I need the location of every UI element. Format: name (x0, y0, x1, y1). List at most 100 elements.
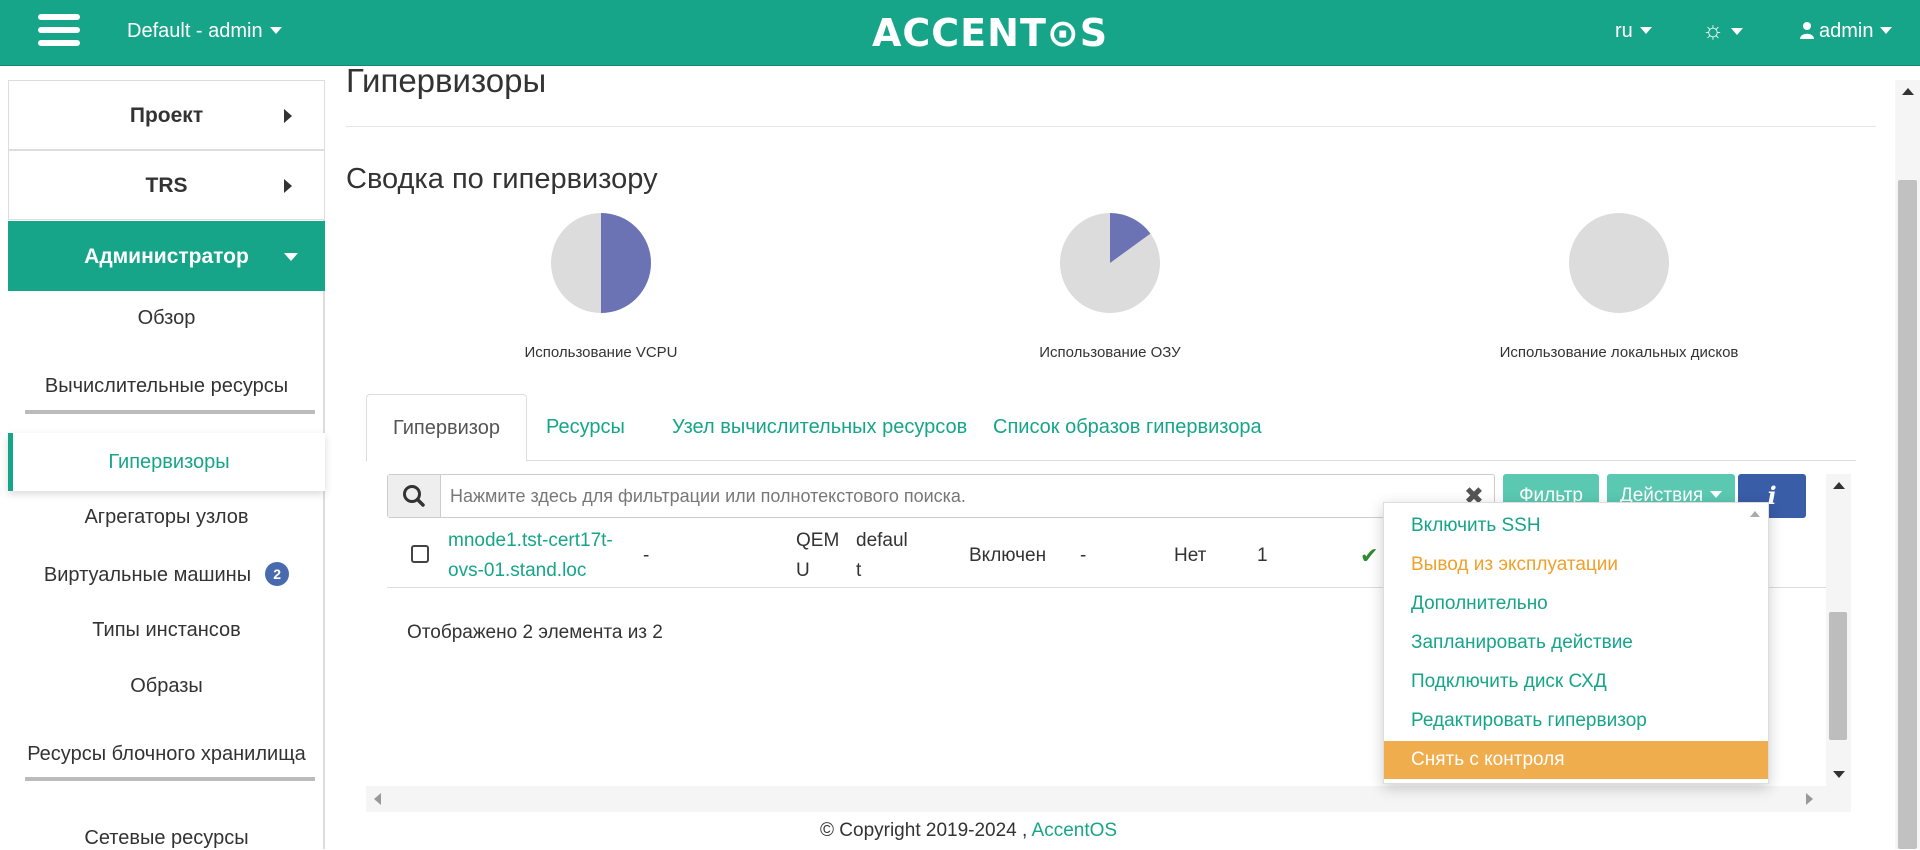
hamburger-menu-icon[interactable] (38, 14, 82, 50)
row-actions-dropdown: Включить SSH Вывод из эксплуатации Допол… (1383, 502, 1769, 784)
table-cell: - (643, 545, 650, 566)
sidebar-section-label: Администратор (84, 245, 249, 268)
tab-compute-host[interactable]: Узел вычислительных ресурсов (672, 394, 967, 461)
pie-used-slice (601, 213, 651, 313)
hostname-line: ovs-01.stand.loc (448, 560, 587, 581)
cell-line: U (796, 560, 810, 581)
menu-item-enable-ssh[interactable]: Включить SSH (1384, 507, 1768, 545)
sidebar-item-hypervisors[interactable]: Гипервизоры (8, 433, 325, 491)
scroll-up-icon[interactable] (1833, 482, 1845, 489)
scroll-left-icon[interactable] (374, 793, 381, 805)
menu-item-decommission[interactable]: Вывод из эксплуатации (1384, 546, 1768, 584)
language-selector[interactable]: ru (1615, 20, 1652, 43)
divider (346, 126, 1876, 127)
scroll-thumb[interactable] (1898, 180, 1917, 849)
sidebar-item-flavors[interactable]: Типы инстансов (8, 619, 325, 642)
menu-item-schedule-action[interactable]: Запланировать действие (1384, 624, 1768, 662)
page-scrollbar[interactable] (1895, 80, 1920, 849)
user-name: admin (1819, 20, 1874, 42)
menu-item-edit-hypervisor[interactable]: Редактировать гипервизор (1384, 702, 1768, 740)
tab-hypervisor-images[interactable]: Список образов гипервизора (993, 394, 1262, 461)
type-cell: QEM U (796, 526, 839, 586)
chevron-right-icon (284, 179, 292, 193)
chart-label: Использование ОЗУ (1039, 344, 1181, 361)
sidebar-section-admin[interactable]: Администратор (8, 221, 325, 291)
search-icon (403, 485, 425, 507)
hostname-line: mnode1.tst-cert17t- (448, 530, 613, 551)
chevron-down-icon (1639, 27, 1652, 34)
theme-selector[interactable]: ☼ (1702, 17, 1743, 45)
search-input[interactable] (450, 475, 1450, 517)
sun-icon: ☼ (1702, 17, 1724, 44)
user-icon (1800, 22, 1814, 39)
page-title: Гипервизоры (346, 62, 547, 99)
tab-resources[interactable]: Ресурсы (546, 394, 625, 461)
item-count: Отображено 2 элемента из 2 (407, 622, 663, 643)
table-cell: 1 (1257, 545, 1268, 566)
search-button[interactable] (388, 475, 441, 517)
divider (25, 777, 315, 781)
sidebar-item-instances[interactable]: Виртуальные машины 2 (8, 562, 325, 587)
cell-line: defaul (856, 530, 908, 551)
vcpu-pie (551, 213, 651, 313)
chevron-down-icon (269, 27, 282, 34)
footer: © Copyright 2019-2024 , AccentOS (820, 820, 1117, 842)
ram-usage-chart: Использование ОЗУ (980, 212, 1240, 361)
cell-line: QEM (796, 530, 840, 551)
sidebar-section-trs[interactable]: TRS (8, 150, 325, 220)
tab-bar: Гипервизор Ресурсы Узел вычислительных р… (366, 394, 1856, 462)
count-badge: 2 (265, 562, 290, 586)
top-navbar: Default - admin ACCENT⊙S ru ☼ admin (0, 0, 1920, 66)
footer-link[interactable]: AccentOS (1032, 820, 1118, 841)
chevron-down-icon (1710, 491, 1723, 498)
sidebar-item-network[interactable]: Сетевые ресурсы (8, 827, 325, 850)
sidebar-item-images[interactable]: Образы (8, 675, 325, 698)
disk-usage-chart: Использование локальных дисков (1489, 212, 1749, 361)
pie-free-slice (1569, 213, 1669, 313)
sidebar-section-label: Проект (129, 104, 204, 127)
cell-line: t (856, 560, 862, 581)
sidebar: Проект TRS Администратор Обзор Вычислите… (8, 80, 325, 849)
vcpu-usage-chart: Использование VCPU (471, 212, 731, 361)
menu-item-more[interactable]: Дополнительно (1384, 585, 1768, 623)
table-horizontal-scrollbar[interactable] (366, 786, 1851, 812)
menu-item-attach-storage-disk[interactable]: Подключить диск СХД (1384, 663, 1768, 701)
disk-pie (1569, 213, 1669, 313)
table-cell: Нет (1174, 545, 1207, 566)
divider (25, 410, 315, 414)
chevron-down-icon (1731, 28, 1743, 35)
hostname-link[interactable]: mnode1.tst-cert17t- ovs-01.stand.loc (448, 526, 613, 586)
scroll-up-icon[interactable] (1902, 88, 1914, 95)
table-vertical-scrollbar[interactable] (1826, 474, 1851, 786)
project-selector-label: Default - admin (127, 20, 263, 42)
chevron-down-icon (1880, 27, 1893, 34)
menu-item-remove-control[interactable]: Снять с контроля (1384, 741, 1768, 779)
scroll-right-icon[interactable] (1806, 793, 1813, 805)
scroll-down-icon[interactable] (1833, 771, 1845, 778)
search-bar: ✖ (387, 474, 1495, 518)
chart-label: Использование локальных дисков (1499, 344, 1739, 361)
zone-cell: defaul t (856, 526, 908, 586)
table-cell: - (1080, 545, 1087, 566)
sidebar-item-label: Виртуальные машины (43, 564, 252, 586)
scroll-thumb[interactable] (1829, 612, 1847, 740)
sidebar-item-compute[interactable]: Вычислительные ресурсы (8, 375, 325, 398)
chevron-right-icon (284, 109, 292, 123)
user-menu[interactable]: admin (1800, 20, 1893, 43)
checkmark-icon: ✔ (1360, 543, 1379, 568)
chart-label: Использование VCPU (524, 344, 678, 361)
sidebar-item-aggregates[interactable]: Агрегаторы узлов (8, 506, 325, 529)
tab-hypervisor[interactable]: Гипервизор (366, 394, 527, 462)
section-title: Сводка по гипервизору (346, 163, 658, 195)
language-label: ru (1615, 20, 1633, 42)
status-cell: Включен (969, 545, 1047, 566)
sidebar-item-overview[interactable]: Обзор (8, 307, 325, 330)
row-checkbox[interactable] (411, 545, 429, 563)
sidebar-item-block-storage[interactable]: Ресурсы блочного хранилища (8, 743, 325, 766)
ram-pie (1060, 213, 1160, 313)
chevron-down-icon (284, 253, 298, 261)
sidebar-section-project[interactable]: Проект (8, 80, 325, 150)
logo: ACCENT⊙S (872, 11, 1109, 55)
project-selector[interactable]: Default - admin (127, 20, 282, 43)
copyright-text: © Copyright 2019-2024 , (820, 820, 1028, 841)
